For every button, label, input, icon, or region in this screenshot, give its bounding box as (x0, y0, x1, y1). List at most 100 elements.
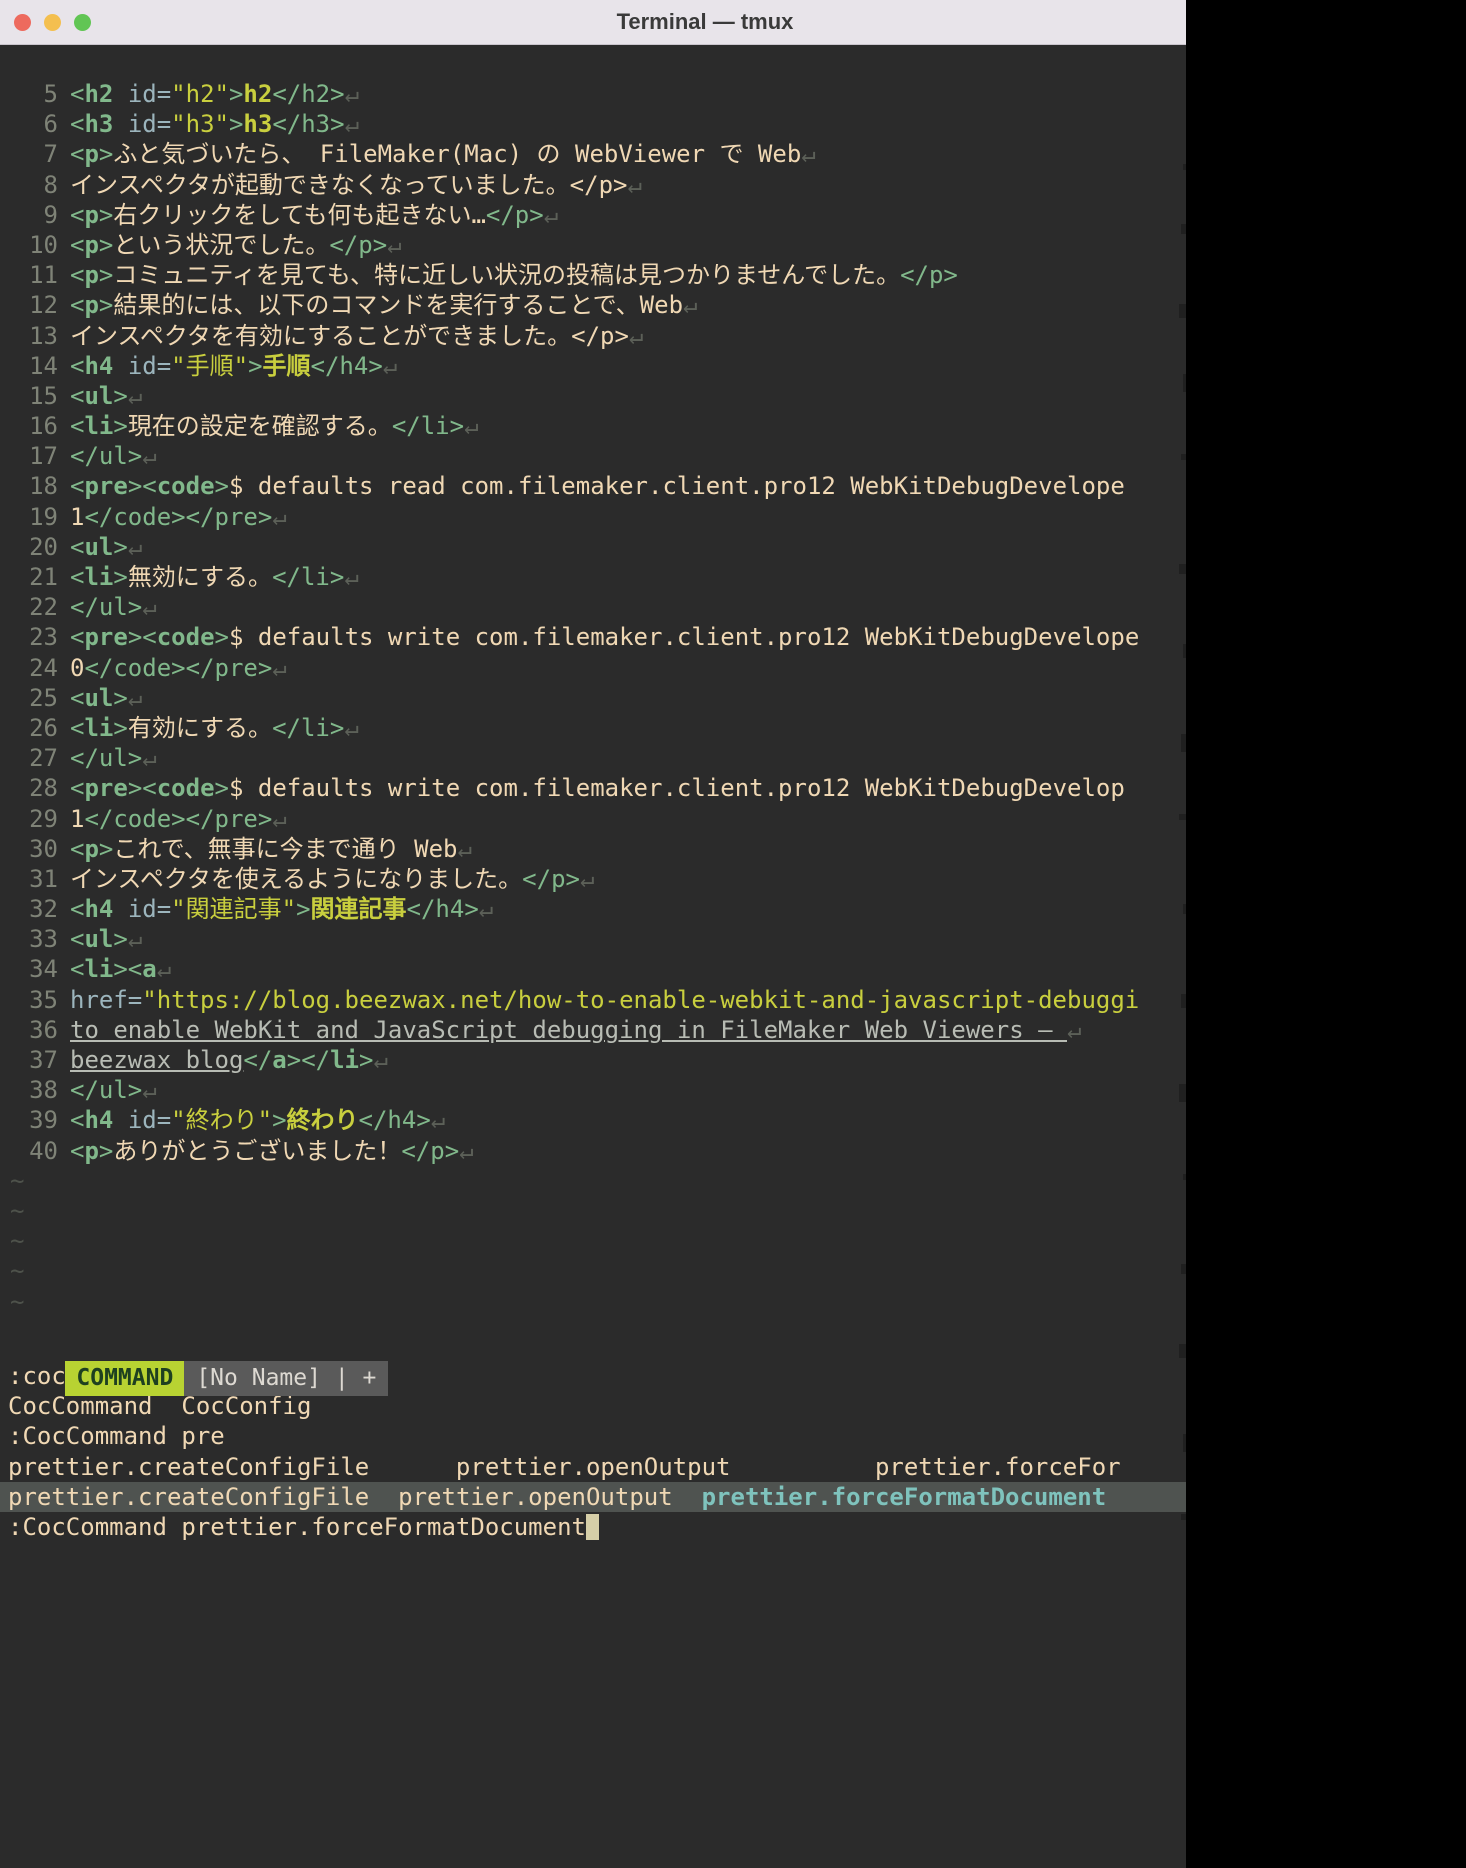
code-token: = (157, 110, 171, 138)
code-token: < (70, 201, 84, 229)
line-number: 23 (0, 622, 58, 652)
code-token: > (215, 774, 229, 802)
code-token: < (70, 1137, 84, 1165)
code-token: p (84, 835, 98, 863)
code-token: ふと気づいたら、 FileMaker(Mac) の WebViewer で We… (113, 140, 801, 168)
command-output-line: :CocCommand pre (0, 1421, 1186, 1451)
code-token: ↵ (544, 201, 558, 229)
editor-line: 8インスペクタが起動できなくなっていました。</p>↵ (0, 170, 1186, 200)
line-number: 25 (0, 683, 58, 713)
code-token: li (84, 412, 113, 440)
code-token: li (84, 563, 113, 591)
code-token: > (215, 472, 229, 500)
tmux-status-bar: Session: 0 1 0 0:vim- 1:bash* (0, 45, 1186, 79)
code-token: a (142, 955, 156, 983)
tilde-marker: ~ (0, 1196, 70, 1226)
line-number: 9 (0, 200, 58, 230)
wildmenu[interactable]: prettier.createConfigFile prettier.openO… (0, 1482, 1186, 1512)
code-token: 現在の設定を確認する。 (128, 412, 392, 440)
code-token: p (84, 261, 98, 289)
code-token: h4 (84, 1106, 113, 1134)
code-token: li (84, 714, 113, 742)
maximize-window-button[interactable] (74, 14, 91, 31)
editor-line: 14<h4 id="手順">手順</h4>↵ (0, 351, 1186, 381)
editor-line: 6<h3 id="h3">h3</h3>↵ (0, 109, 1186, 139)
code-token: 1 (70, 503, 84, 531)
line-number: 35 (0, 985, 58, 1015)
code-token: h3 (301, 110, 330, 138)
text-cursor (586, 1514, 599, 1540)
code-token: ↵ (629, 322, 643, 350)
code-token: href (70, 986, 128, 1014)
code-token: < (70, 563, 84, 591)
code-token: ↵ (387, 231, 401, 259)
editor-line: 36to enable WebKit and JavaScript debugg… (0, 1015, 1186, 1045)
line-number: 14 (0, 351, 58, 381)
editor-line: 26<li>有効にする。</li>↵ (0, 713, 1186, 743)
line-number: 31 (0, 864, 58, 894)
editor-line: 31インスペクタを使えるようになりました。</p>↵ (0, 864, 1186, 894)
minimize-window-button[interactable] (44, 14, 61, 31)
code-token: "h3" (171, 110, 229, 138)
command-prompt-line[interactable]: :CocCommand prettier.forceFormatDocument (0, 1512, 1186, 1542)
editor-line: 28<pre><code>$ defaults write com.filema… (0, 773, 1186, 803)
code-token: >< (128, 472, 157, 500)
vim-buffer-name: [No Name] | + (184, 1361, 388, 1396)
code-token: ↵ (128, 382, 142, 410)
editor-filler-line: ~ (0, 1226, 1186, 1256)
tilde-marker: ~ (0, 1287, 70, 1317)
line-number: 21 (0, 562, 58, 592)
wildmenu-item[interactable]: prettier.forceFormatDocument (702, 1483, 1107, 1511)
code-token: コミュニティを見ても、特に近しい状況の投稿は見つかりませんでした。 (113, 261, 900, 289)
tilde-marker: ~ (0, 1317, 70, 1326)
editor-line: 13 インスペクタを有効にすることができました。</p>↵ (0, 321, 1186, 351)
code-token: < (70, 140, 84, 168)
editor-line: 22</ul>↵ (0, 592, 1186, 622)
line-number: 13 (0, 321, 58, 351)
code-token: a (272, 1046, 286, 1074)
editor-line: 5<h2 id="h2">h2</h2>↵ (0, 79, 1186, 109)
code-token: id (128, 110, 157, 138)
code-token: < (70, 382, 84, 410)
wildmenu-item[interactable]: prettier.createConfigFile (8, 1483, 369, 1511)
tilde-marker: ~ (0, 1226, 70, 1256)
code-token: > (272, 1106, 286, 1134)
code-token: $ defaults read com.filemaker.client.pro… (229, 472, 1125, 500)
code-token: 有効にする。 (128, 714, 272, 742)
command-output-line: prettier.createConfigFile prettier.openO… (0, 1452, 1186, 1482)
code-token: > (248, 352, 262, 380)
code-token: < (70, 231, 84, 259)
line-number: 15 (0, 381, 58, 411)
code-token: code (157, 472, 215, 500)
vim-filename: [No Name] (196, 1365, 321, 1391)
code-token: < (70, 412, 84, 440)
code-token: </ (243, 1046, 272, 1074)
line-number: 30 (0, 834, 58, 864)
editor-filler-line: ~ (0, 1256, 1186, 1286)
line-number: 27 (0, 743, 58, 773)
code-token: > (359, 1046, 373, 1074)
code-token: ↵ (344, 714, 358, 742)
wildmenu-item[interactable]: prettier.openOutput (398, 1483, 673, 1511)
code-token: < (70, 352, 84, 380)
code-token: </p> (401, 1137, 459, 1165)
vim-buffer[interactable]: 5<h2 id="h2">h2</h2>↵6<h3 id="h3">h3</h3… (0, 79, 1186, 1326)
code-token: ↵ (272, 503, 286, 531)
code-token: > (113, 412, 127, 440)
editor-line: 7<p>ふと気づいたら、 FileMaker(Mac) の WebViewer … (0, 139, 1186, 169)
close-window-button[interactable] (14, 14, 31, 31)
code-token: </ (272, 80, 301, 108)
code-token: </li> (392, 412, 464, 440)
code-token: ul (84, 533, 113, 561)
code-token: h2 (84, 80, 113, 108)
code-token: </ (272, 110, 301, 138)
editor-line: 191</code></pre>↵ (0, 502, 1186, 532)
terminal-window: Terminal — tmux Session: 0 1 0 0:vim- 1:… (0, 0, 1186, 1868)
editor-line: 17</ul>↵ (0, 441, 1186, 471)
code-token: インスペクタが起動できなくなっていました。</p> (70, 171, 627, 199)
code-token: インスペクタを有効にすることができました。</p> (70, 322, 629, 350)
code-token: < (70, 261, 84, 289)
editor-line: 10<p>という状況でした。</p>↵ (0, 230, 1186, 260)
line-number: 26 (0, 713, 58, 743)
wildmenu-gap (673, 1483, 702, 1511)
